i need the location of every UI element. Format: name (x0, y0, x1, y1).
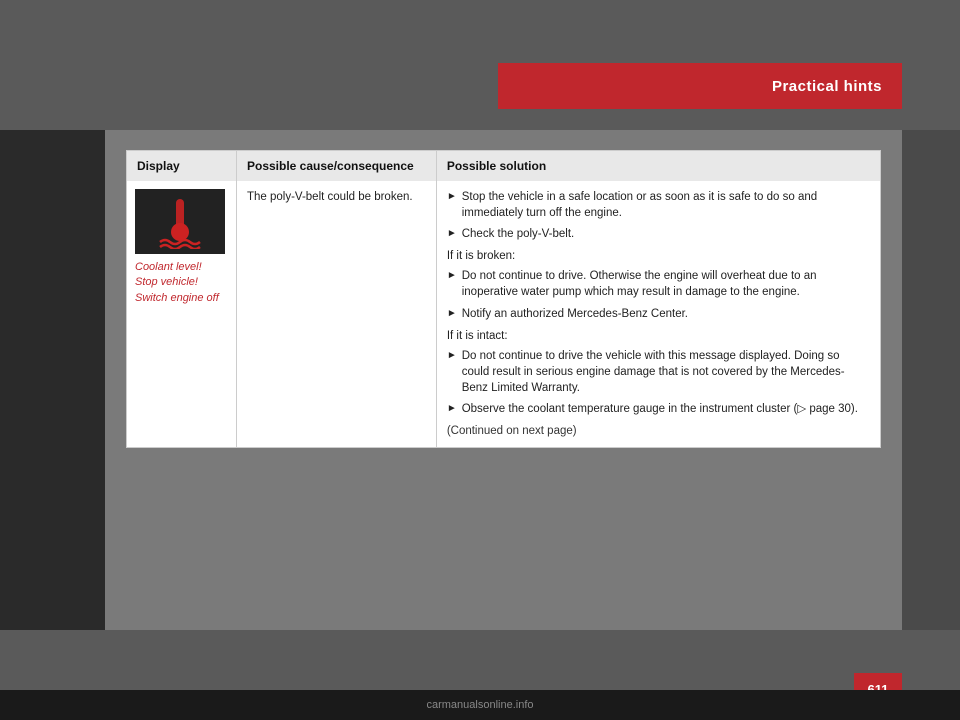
solution-bullet-4-text: Notify an authorized Mercedes-Benz Cente… (462, 306, 688, 322)
solution-bullet-5: ► Do not continue to drive the vehicle w… (447, 348, 870, 396)
table-header-row: Display Possible cause/consequence Possi… (127, 151, 881, 182)
warning-icon-box (135, 189, 225, 254)
bullet-arrow-2: ► (447, 227, 457, 241)
solution-bullet-3: ► Do not continue to drive. Otherwise th… (447, 268, 870, 300)
data-table: Display Possible cause/consequence Possi… (126, 150, 881, 448)
cause-text: The poly-V-belt could be broken. (247, 191, 413, 203)
solution-bullet-1: ► Stop the vehicle in a safe location or… (447, 189, 870, 221)
cause-cell: The poly-V-belt could be broken. (236, 181, 436, 448)
solution-bullet-4: ► Notify an authorized Mercedes-Benz Cen… (447, 306, 870, 322)
solution-bullet-2: ► Check the poly-V-belt. (447, 226, 870, 242)
solution-bullet-6-text: Observe the coolant temperature gauge in… (462, 401, 858, 417)
display-cell: Coolant level! Stop vehicle! Switch engi… (127, 181, 237, 448)
bullet-arrow-1: ► (447, 190, 457, 204)
bullet-arrow-4: ► (447, 307, 457, 321)
bullet-arrow-6: ► (447, 402, 457, 416)
solution-bullet-5-text: Do not continue to drive the vehicle wit… (462, 348, 870, 396)
solution-bullet-1-text: Stop the vehicle in a safe location or a… (462, 189, 870, 221)
display-text: Coolant level! Stop vehicle! Switch engi… (135, 260, 228, 306)
if-intact-label: If it is intact: (447, 328, 870, 344)
col-solution: Possible solution (436, 151, 880, 182)
watermark-text: carmanualsonline.info (426, 699, 533, 711)
if-broken-label: If it is broken: (447, 248, 870, 264)
watermark-bar: carmanualsonline.info (0, 690, 960, 720)
main-content: Display Possible cause/consequence Possi… (105, 130, 902, 630)
coolant-warning-icon (150, 194, 210, 249)
bullet-arrow-5: ► (447, 349, 457, 363)
display-line-1: Coolant level! (135, 260, 228, 275)
solution-bullet-2-text: Check the poly-V-belt. (462, 226, 575, 242)
solution-bullet-6: ► Observe the coolant temperature gauge … (447, 401, 870, 417)
solution-cell: ► Stop the vehicle in a safe location or… (436, 181, 880, 448)
table-row: Coolant level! Stop vehicle! Switch engi… (127, 181, 881, 448)
continued-text: (Continued on next page) (447, 423, 870, 439)
header-area: Practical hints (0, 0, 960, 130)
bullet-arrow-3: ► (447, 269, 457, 283)
header-banner: Practical hints (498, 63, 902, 109)
display-line-2: Stop vehicle! (135, 275, 228, 290)
page-title: Practical hints (772, 78, 882, 95)
col-cause: Possible cause/consequence (236, 151, 436, 182)
display-line-3: Switch engine off (135, 291, 228, 306)
solution-bullet-3-text: Do not continue to drive. Otherwise the … (462, 268, 870, 300)
col-display: Display (127, 151, 237, 182)
